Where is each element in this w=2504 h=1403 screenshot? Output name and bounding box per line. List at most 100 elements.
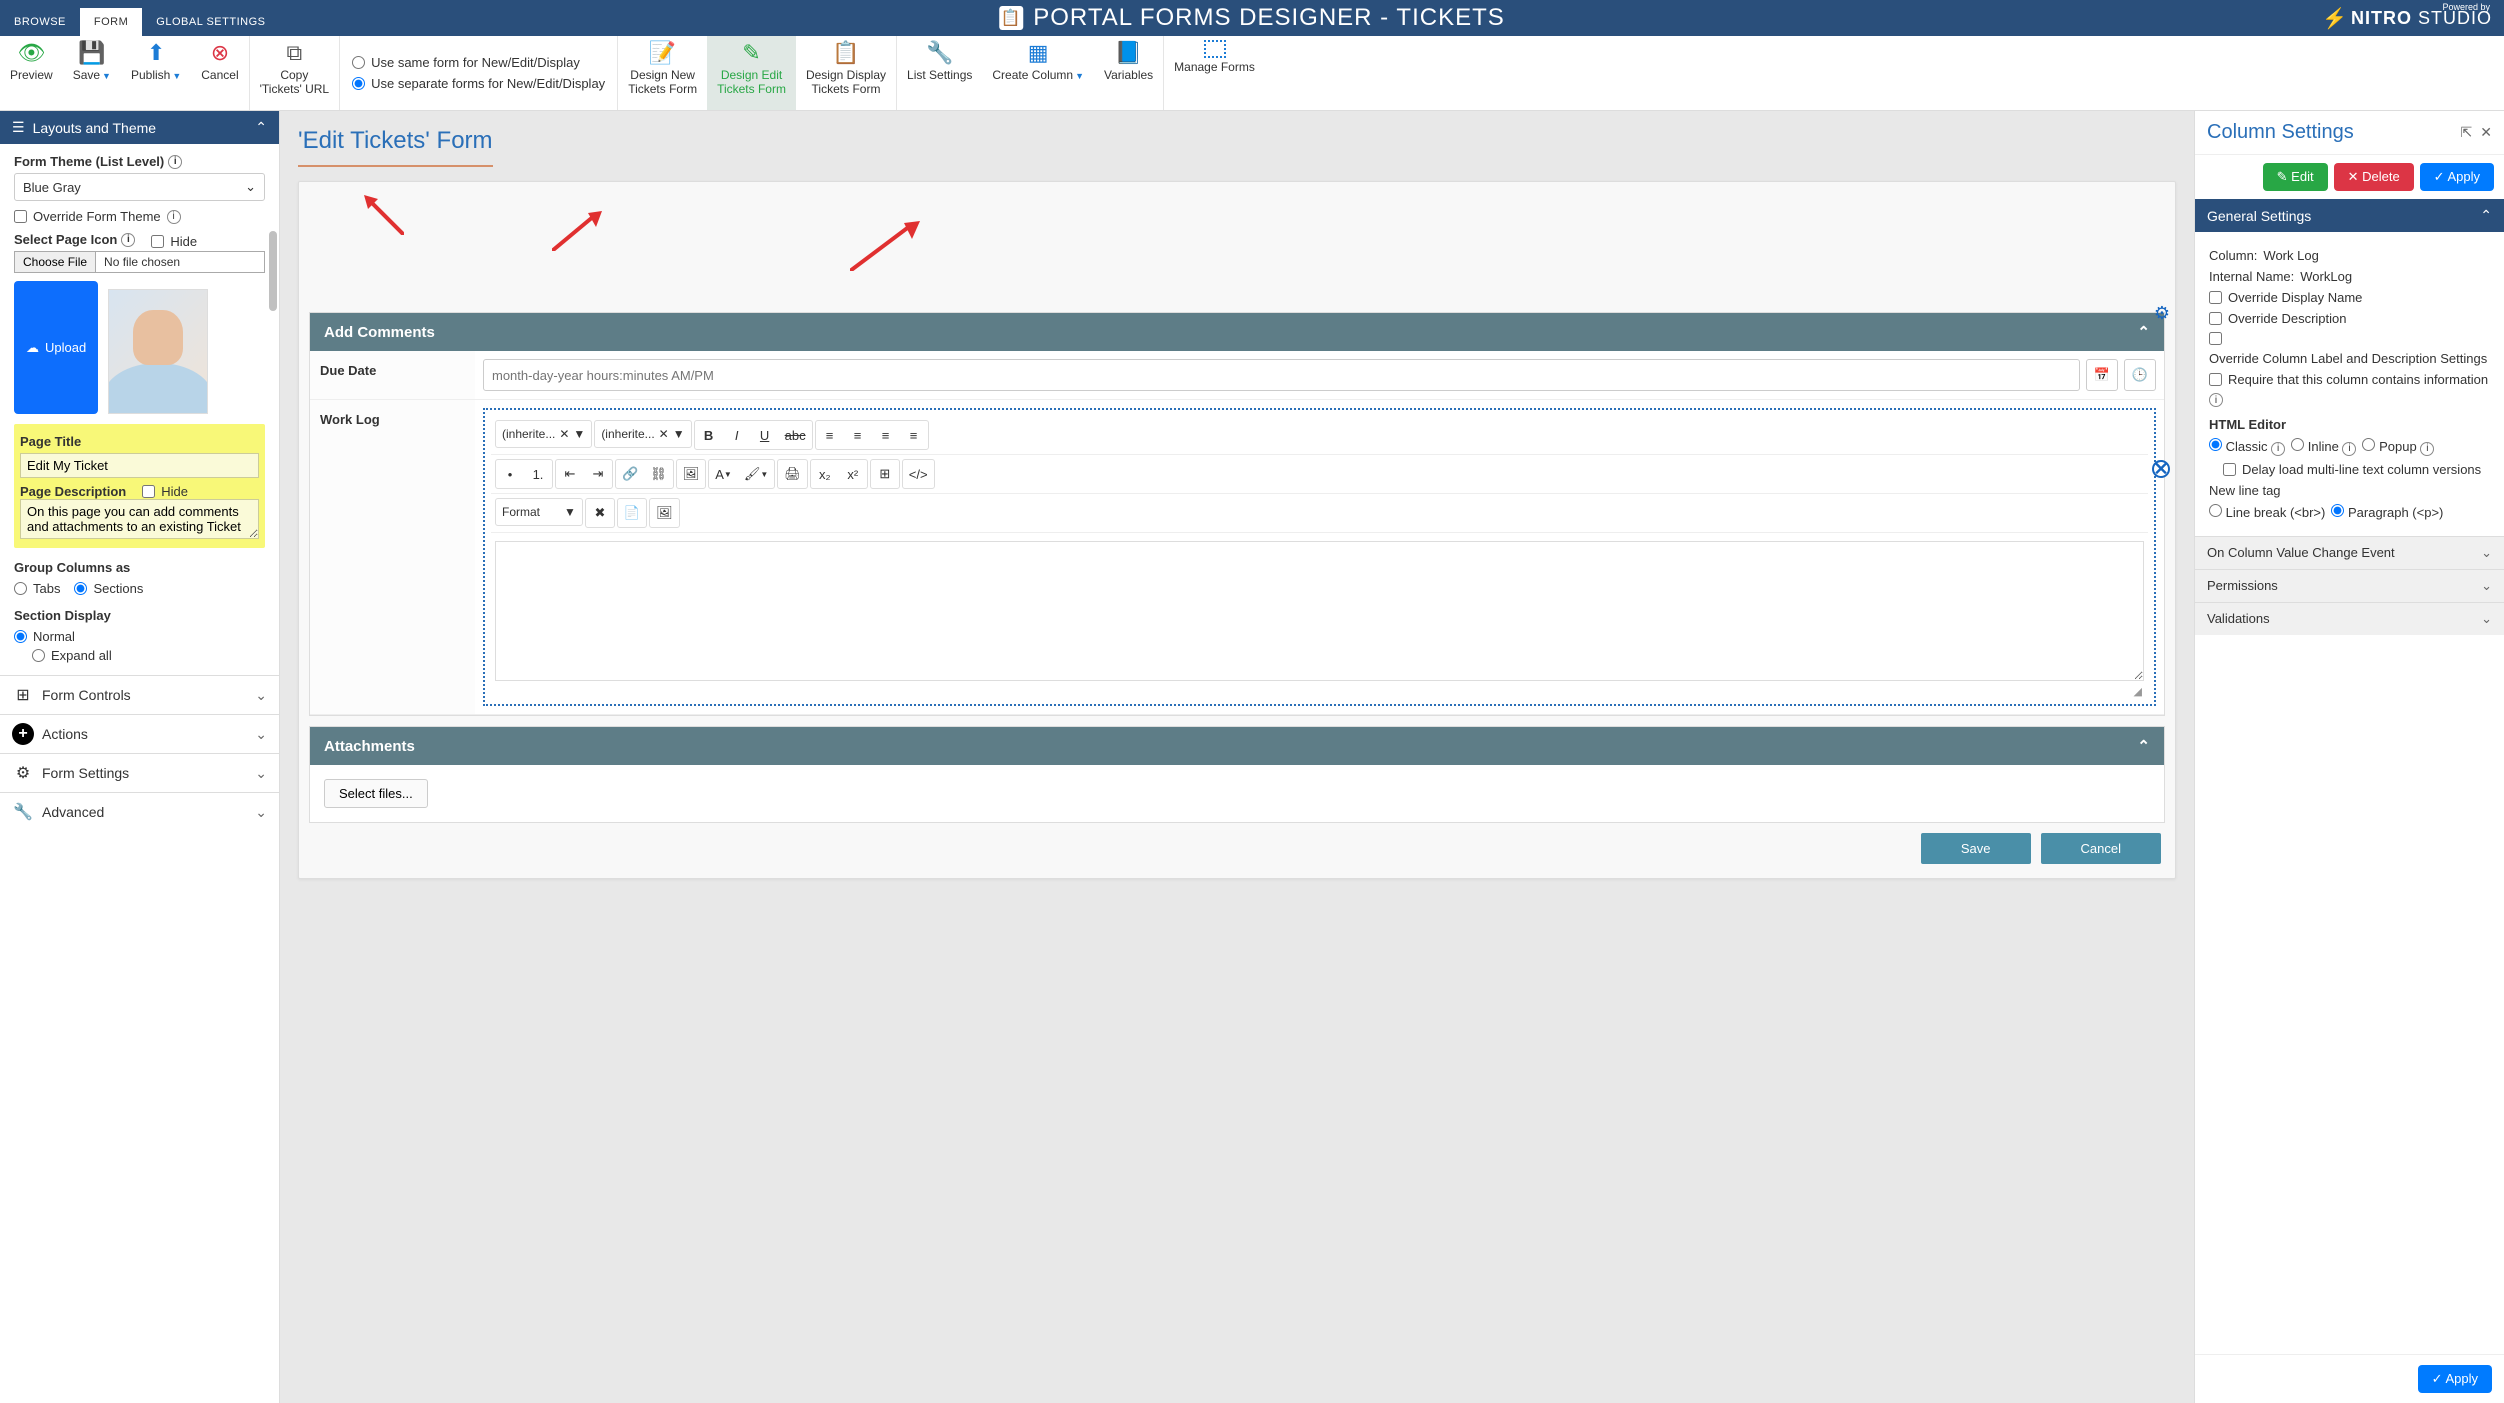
print-button[interactable]: 🖨 <box>778 460 807 488</box>
outdent-button[interactable]: ⇤ <box>556 460 584 488</box>
override-label-desc-checkbox[interactable]: Override Column Label and Description Se… <box>2209 332 2490 366</box>
copy-url-button[interactable]: ⧉ Copy'Tickets' URL <box>250 36 339 110</box>
clear-format-button[interactable]: ✖ <box>586 499 614 527</box>
align-justify-button[interactable]: ≡ <box>900 421 928 449</box>
form-save-button[interactable]: Save <box>1921 833 2031 864</box>
tab-form[interactable]: FORM <box>80 8 142 36</box>
hide-desc-checkbox[interactable]: Hide <box>142 484 188 499</box>
publish-button[interactable]: ⬆ Publish▼ <box>121 36 191 110</box>
resize-handle[interactable]: ◢ <box>491 685 2148 698</box>
link-button[interactable]: 🔗 <box>616 460 644 488</box>
cancel-button[interactable]: ⊗ Cancel <box>191 36 248 110</box>
strikethrough-button[interactable]: abc <box>779 421 812 449</box>
actions-accordion[interactable]: +Actions⌄ <box>0 714 279 753</box>
create-column-button[interactable]: ▦ Create Column▼ <box>982 36 1094 110</box>
subscript-button[interactable]: x₂ <box>811 460 839 488</box>
info-icon[interactable]: i <box>2209 393 2223 407</box>
save-button[interactable]: 💾 Save▼ <box>63 36 121 110</box>
form-controls-accordion[interactable]: ⊞Form Controls⌄ <box>0 675 279 714</box>
on-change-header[interactable]: On Column Value Change Event⌄ <box>2195 536 2504 569</box>
info-icon[interactable]: i <box>121 233 135 247</box>
popup-radio[interactable]: Popup i <box>2362 438 2434 456</box>
info-icon[interactable]: i <box>2342 442 2356 456</box>
file-button[interactable]: 📄 <box>618 499 646 527</box>
add-comments-header[interactable]: Add Comments ⌃ <box>310 313 2164 351</box>
permissions-header[interactable]: Permissions⌄ <box>2195 569 2504 602</box>
align-left-button[interactable]: ≡ <box>816 421 844 449</box>
due-date-input[interactable] <box>483 359 2080 391</box>
remove-icon[interactable]: ✕ <box>2152 460 2170 478</box>
indent-button[interactable]: ⇥ <box>584 460 612 488</box>
design-edit-button[interactable]: ✎ Design EditTickets Form <box>707 36 796 110</box>
page-desc-textarea[interactable]: On this page you can add comments and at… <box>20 499 259 539</box>
info-icon[interactable]: i <box>2420 442 2434 456</box>
form-cancel-button[interactable]: Cancel <box>2041 833 2161 864</box>
gear-icon[interactable]: ⚙ <box>2154 303 2170 324</box>
info-icon[interactable]: i <box>168 155 182 169</box>
layouts-theme-header[interactable]: ☰ Layouts and Theme ⌃ <box>0 111 279 144</box>
editor-body[interactable] <box>495 541 2144 681</box>
design-display-button[interactable]: 📋 Design DisplayTickets Form <box>796 36 896 110</box>
align-right-button[interactable]: ≡ <box>872 421 900 449</box>
ordered-list-button[interactable]: 1. <box>524 460 552 488</box>
image-button[interactable]: 🖼 <box>677 460 706 488</box>
list-settings-button[interactable]: 🔧 List Settings <box>897 36 982 110</box>
require-info-checkbox[interactable]: Require that this column contains inform… <box>2209 372 2490 407</box>
close-icon[interactable]: ✕ <box>2480 124 2492 141</box>
variables-button[interactable]: 📘 Variables <box>1094 36 1163 110</box>
manage-forms-button[interactable]: Manage Forms <box>1164 36 1265 110</box>
bg-color-button[interactable]: 🖌▼ <box>738 460 774 488</box>
choose-file-button[interactable]: Choose File <box>14 251 96 273</box>
edit-button[interactable]: ✎ Edit <box>2263 163 2328 191</box>
tab-global-settings[interactable]: GLOBAL SETTINGS <box>142 8 279 36</box>
preview-button[interactable]: 👁 Preview <box>0 36 63 110</box>
underline-button[interactable]: U <box>751 421 779 449</box>
override-theme-checkbox[interactable]: Override Form Themei <box>14 209 265 224</box>
font-color-button[interactable]: A▼ <box>709 460 738 488</box>
sections-radio[interactable]: Sections <box>74 579 143 598</box>
advanced-accordion[interactable]: 🔧Advanced⌄ <box>0 792 279 831</box>
validations-header[interactable]: Validations⌄ <box>2195 602 2504 635</box>
footer-apply-button[interactable]: ✓ Apply <box>2418 1365 2492 1393</box>
delete-button[interactable]: ✕ Delete <box>2334 163 2414 191</box>
unlink-button[interactable]: ⛓ <box>644 460 673 488</box>
override-desc-checkbox[interactable]: Override Description <box>2209 311 2490 326</box>
override-display-checkbox[interactable]: Override Display Name <box>2209 290 2490 305</box>
popout-icon[interactable]: ⇱ <box>2461 124 2473 141</box>
hide-icon-checkbox[interactable]: Hide <box>151 234 197 249</box>
tab-browse[interactable]: BROWSE <box>0 8 80 36</box>
info-icon[interactable]: i <box>167 210 181 224</box>
align-center-button[interactable]: ≡ <box>844 421 872 449</box>
separate-form-radio[interactable]: Use separate forms for New/Edit/Display <box>352 74 605 93</box>
expand-all-radio[interactable]: Expand all <box>32 646 265 665</box>
superscript-button[interactable]: x² <box>839 460 867 488</box>
linebreak-radio[interactable]: Line break (<br>) <box>2209 504 2325 520</box>
italic-button[interactable]: I <box>723 421 751 449</box>
unordered-list-button[interactable]: • <box>496 460 524 488</box>
format-dropdown[interactable]: Format▼ <box>495 498 583 526</box>
table-button[interactable]: ⊞ <box>871 460 899 488</box>
paragraph-radio[interactable]: Paragraph (<p>) <box>2331 504 2443 520</box>
font-family-dropdown[interactable]: (inherite...✕▼ <box>495 420 592 448</box>
select-files-button[interactable]: Select files... <box>324 779 428 808</box>
same-form-radio[interactable]: Use same form for New/Edit/Display <box>352 53 580 72</box>
page-title-input[interactable] <box>20 453 259 478</box>
form-settings-accordion[interactable]: ⚙Form Settings⌄ <box>0 753 279 792</box>
apply-button[interactable]: ✓ Apply <box>2420 163 2494 191</box>
source-button[interactable]: </> <box>903 460 934 488</box>
classic-radio[interactable]: Classic i <box>2209 438 2285 456</box>
tabs-radio[interactable]: Tabs <box>14 579 60 598</box>
font-size-dropdown[interactable]: (inherite...✕▼ <box>594 420 691 448</box>
info-icon[interactable]: i <box>2271 442 2285 456</box>
insert-image-button[interactable]: 🖼 <box>650 499 679 527</box>
normal-radio[interactable]: Normal <box>14 627 265 646</box>
scrollbar[interactable] <box>269 231 277 311</box>
general-settings-header[interactable]: General Settings ⌃ <box>2195 199 2504 232</box>
delay-load-checkbox[interactable]: Delay load multi-line text column versio… <box>2223 462 2490 477</box>
clock-icon[interactable]: 🕒 <box>2124 359 2156 391</box>
upload-button[interactable]: ☁Upload <box>14 281 98 414</box>
attachments-header[interactable]: Attachments ⌃ <box>310 727 2164 765</box>
calendar-icon[interactable]: 📅 <box>2086 359 2118 391</box>
design-new-button[interactable]: 📝 Design NewTickets Form <box>618 36 707 110</box>
bold-button[interactable]: B <box>695 421 723 449</box>
